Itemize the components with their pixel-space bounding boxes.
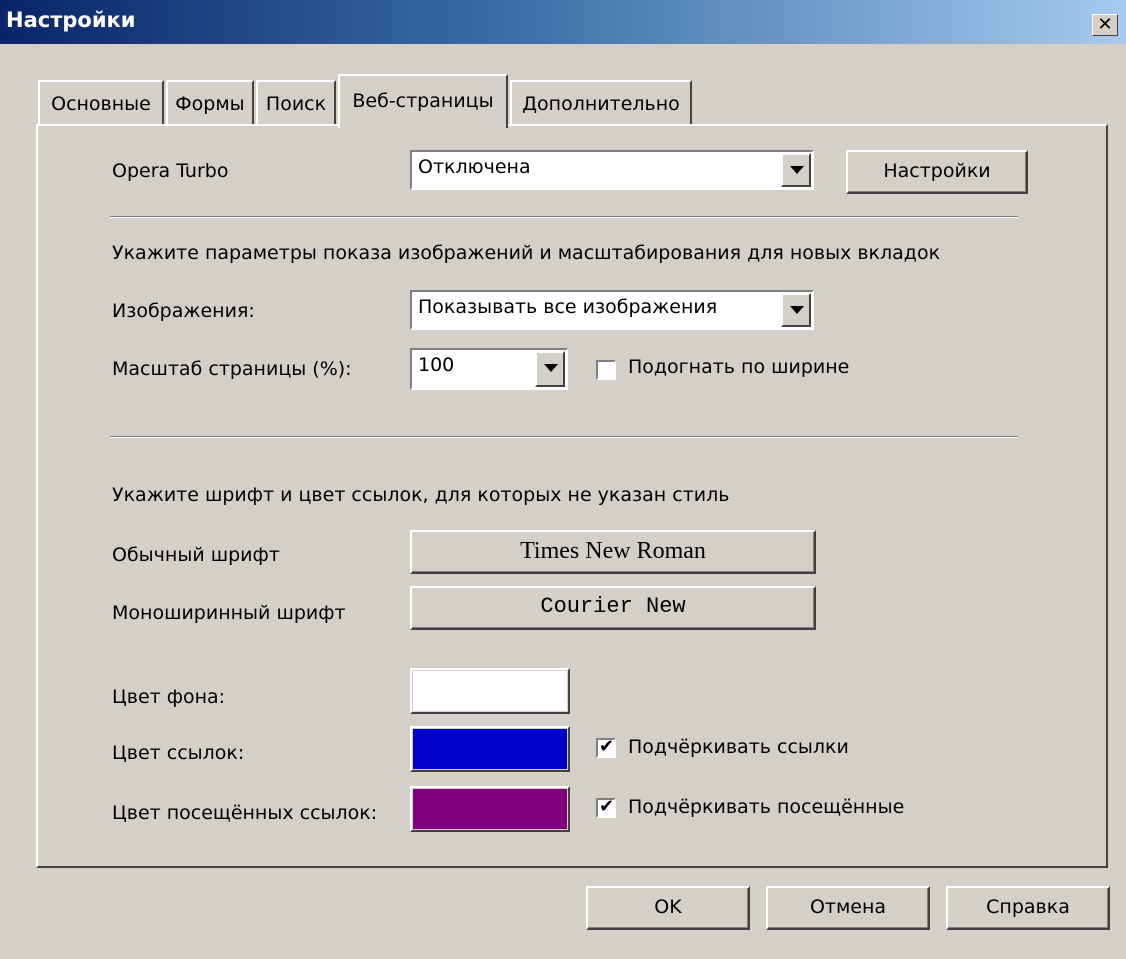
help-button[interactable]: Справка — [946, 886, 1110, 930]
tab-forms[interactable]: Формы — [166, 80, 254, 126]
tab-advanced[interactable]: Дополнительно — [510, 80, 692, 126]
ok-button[interactable]: OK — [586, 886, 750, 930]
tab-general[interactable]: Основные — [38, 80, 164, 126]
tab-panel — [36, 124, 1108, 868]
button-label: Отмена — [809, 896, 887, 918]
title-bar[interactable]: Настройки ✕ — [0, 0, 1126, 44]
cancel-button[interactable]: Отмена — [766, 886, 930, 930]
tab-label: Формы — [175, 93, 245, 115]
window-title: Настройки — [6, 8, 136, 32]
tab-label: Веб-страницы — [352, 90, 494, 112]
tab-label: Поиск — [265, 93, 327, 115]
tab-label: Основные — [51, 93, 151, 115]
button-label: OK — [654, 896, 682, 918]
button-label: Справка — [986, 896, 1070, 918]
settings-dialog: Настройки ✕ Основные Формы Поиск Веб-стр… — [0, 0, 1126, 959]
active-tab-joint — [340, 122, 506, 128]
tab-web-pages[interactable]: Веб-страницы — [338, 74, 508, 128]
close-icon: ✕ — [1097, 14, 1113, 35]
tab-search[interactable]: Поиск — [256, 80, 336, 126]
close-button[interactable]: ✕ — [1092, 14, 1118, 36]
tab-label: Дополнительно — [522, 93, 680, 115]
